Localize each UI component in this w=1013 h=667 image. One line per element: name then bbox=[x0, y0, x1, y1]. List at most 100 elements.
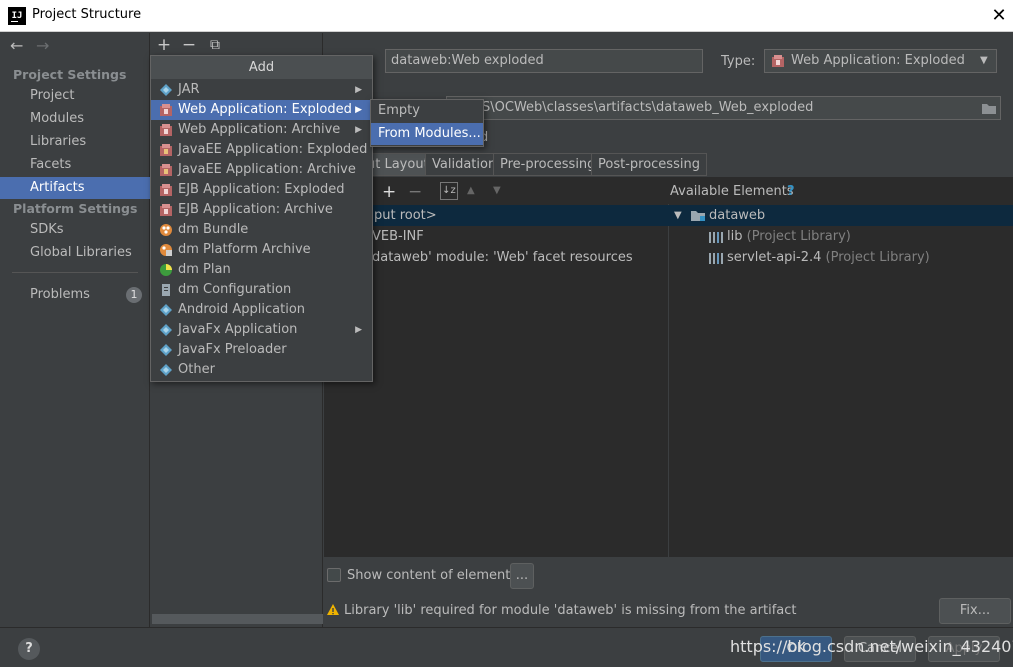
web-app-type-icon bbox=[772, 55, 784, 67]
artifact-name-input[interactable]: dataweb:Web exploded bbox=[385, 49, 703, 73]
menu-item-javaee-application-archive[interactable]: JavaEE Application: Archive bbox=[151, 160, 372, 180]
forward-arrow-icon[interactable]: → bbox=[36, 36, 49, 55]
type-label: Type: bbox=[721, 54, 756, 69]
close-window-button[interactable]: ✕ bbox=[985, 2, 1013, 30]
expand-arrow-icon[interactable]: ▼ bbox=[674, 210, 682, 221]
show-content-label: Show content of elements bbox=[347, 568, 518, 583]
tab-pre-processing[interactable]: Pre-processing bbox=[493, 153, 603, 176]
remove-artifact-button[interactable]: − bbox=[179, 35, 199, 55]
chevron-down-icon[interactable]: ▼ bbox=[980, 55, 988, 66]
android-icon bbox=[160, 304, 172, 316]
library-icon bbox=[709, 232, 723, 243]
web-inf-node[interactable]: VEB-INF bbox=[372, 229, 424, 244]
sidebar-item-sdks[interactable]: SDKs bbox=[0, 219, 150, 241]
lib-name: lib bbox=[727, 229, 743, 244]
jar-icon bbox=[160, 84, 172, 96]
available-item-lib[interactable]: lib (Project Library) bbox=[727, 229, 851, 244]
menu-item-label: dm Configuration bbox=[178, 282, 292, 297]
menu-item-dm-platform-archive[interactable]: dm Platform Archive bbox=[151, 240, 372, 260]
ejb-icon bbox=[160, 184, 172, 196]
menu-item-dm-bundle[interactable]: dm Bundle bbox=[151, 220, 372, 240]
menu-item-ejb-application-archive[interactable]: EJB Application: Archive bbox=[151, 200, 372, 220]
menu-item-android-application[interactable]: Android Application bbox=[151, 300, 372, 320]
menu-item-label: JavaFx Application bbox=[178, 322, 298, 337]
ejb-icon bbox=[160, 204, 172, 216]
help-button[interactable]: ? bbox=[18, 638, 40, 660]
available-item-dataweb[interactable]: dataweb bbox=[709, 208, 765, 223]
menu-item-dm-configuration[interactable]: dm Configuration bbox=[151, 280, 372, 300]
dm-plan-icon bbox=[160, 264, 172, 276]
window-title: Project Structure bbox=[32, 7, 142, 22]
dm-config-icon bbox=[162, 284, 170, 296]
menu-item-label: dm Plan bbox=[178, 262, 231, 277]
project-settings-header: Project Settings bbox=[13, 67, 127, 82]
javaee-icon bbox=[160, 144, 172, 156]
output-root-node[interactable]: put root> bbox=[374, 208, 437, 223]
menu-item-javafx-preloader[interactable]: JavaFx Preloader bbox=[151, 340, 372, 360]
javafx-icon bbox=[160, 324, 172, 336]
menu-item-web-application-exploded[interactable]: Web Application: Exploded ▶ bbox=[151, 100, 372, 120]
other-icon bbox=[160, 364, 172, 376]
menu-item-label: JavaFx Preloader bbox=[178, 342, 287, 357]
menu-item-label: dm Bundle bbox=[178, 222, 249, 237]
menu-item-dm-plan[interactable]: dm Plan bbox=[151, 260, 372, 280]
menu-item-label: EJB Application: Exploded bbox=[178, 182, 345, 197]
copy-artifact-button[interactable]: ⧉ bbox=[205, 35, 225, 55]
available-item-servlet-api[interactable]: servlet-api-2.4 (Project Library) bbox=[727, 250, 930, 265]
layout-splitter[interactable] bbox=[668, 204, 669, 557]
problems-count-badge: 1 bbox=[126, 287, 142, 303]
menu-item-javaee-application-exploded[interactable]: JavaEE Application: Exploded bbox=[151, 140, 372, 160]
sidebar-item-modules[interactable]: Modules bbox=[0, 108, 150, 130]
sidebar-item-artifacts[interactable]: Artifacts bbox=[0, 177, 150, 199]
menu-item-ejb-application-exploded[interactable]: EJB Application: Exploded bbox=[151, 180, 372, 200]
library-icon bbox=[709, 253, 723, 264]
dm-platform-icon bbox=[160, 244, 172, 256]
menu-item-label: JavaEE Application: Archive bbox=[178, 162, 356, 177]
menu-item-label: EJB Application: Archive bbox=[178, 202, 333, 217]
show-content-checkbox[interactable] bbox=[327, 568, 341, 582]
move-up-icon[interactable]: ▲ bbox=[467, 185, 475, 196]
folder-browse-icon[interactable] bbox=[981, 101, 997, 115]
sidebar-item-facets[interactable]: Facets bbox=[0, 154, 150, 176]
sidebar-divider bbox=[12, 272, 138, 273]
servlet-api-name: servlet-api-2.4 bbox=[727, 250, 822, 265]
move-down-icon[interactable]: ▼ bbox=[493, 185, 501, 196]
tab-post-processing[interactable]: Post-processing bbox=[591, 153, 707, 176]
remove-element-button[interactable]: − bbox=[408, 182, 422, 202]
menu-item-javafx-application[interactable]: JavaFx Application ▶ bbox=[151, 320, 372, 340]
horizontal-scrollbar[interactable] bbox=[152, 614, 323, 624]
fix-button[interactable]: Fix... bbox=[939, 598, 1011, 624]
submenu-item-empty[interactable]: Empty bbox=[371, 100, 483, 122]
platform-settings-header: Platform Settings bbox=[13, 201, 138, 216]
title-bar bbox=[0, 0, 1013, 32]
sidebar-item-project[interactable]: Project bbox=[0, 85, 150, 107]
available-elements-header: Available Elements bbox=[670, 184, 794, 199]
sort-elements-icon[interactable]: ↓z bbox=[440, 182, 458, 200]
popup-title: Add bbox=[151, 56, 372, 79]
module-folder-icon bbox=[691, 211, 705, 221]
menu-item-label: Android Application bbox=[178, 302, 306, 317]
lib-suffix: (Project Library) bbox=[746, 229, 851, 244]
back-arrow-icon[interactable]: ← bbox=[10, 36, 23, 55]
output-directory-input[interactable]: S\OCWeb\classes\artifacts\dataweb_Web_ex… bbox=[446, 96, 1001, 120]
javaee-icon bbox=[160, 164, 172, 176]
add-artifact-button[interactable]: + bbox=[154, 35, 174, 55]
javafx-icon bbox=[160, 344, 172, 356]
facet-resources-node[interactable]: dataweb' module: 'Web' facet resources bbox=[372, 250, 633, 265]
artifact-type-select[interactable]: Web Application: Exploded bbox=[764, 49, 997, 73]
tab-validation[interactable]: Validation bbox=[425, 153, 504, 176]
menu-item-label: dm Platform Archive bbox=[178, 242, 311, 257]
sidebar-item-libraries[interactable]: Libraries bbox=[0, 131, 150, 153]
web-app-icon bbox=[160, 124, 172, 136]
submenu-item-from-modules[interactable]: From Modules... bbox=[371, 123, 483, 145]
add-element-button[interactable]: + bbox=[382, 182, 396, 202]
submenu-arrow-icon: ▶ bbox=[355, 105, 362, 115]
menu-item-other[interactable]: Other bbox=[151, 360, 372, 380]
more-options-button[interactable]: ... bbox=[510, 563, 534, 589]
warning-message: Library 'lib' required for module 'dataw… bbox=[344, 603, 797, 618]
help-question-icon[interactable]: ? bbox=[787, 184, 795, 199]
sidebar-item-global-libraries[interactable]: Global Libraries bbox=[0, 242, 150, 264]
menu-item-label: Other bbox=[178, 362, 215, 377]
menu-item-jar[interactable]: JAR ▶ bbox=[151, 80, 372, 100]
menu-item-web-application-archive[interactable]: Web Application: Archive ▶ bbox=[151, 120, 372, 140]
